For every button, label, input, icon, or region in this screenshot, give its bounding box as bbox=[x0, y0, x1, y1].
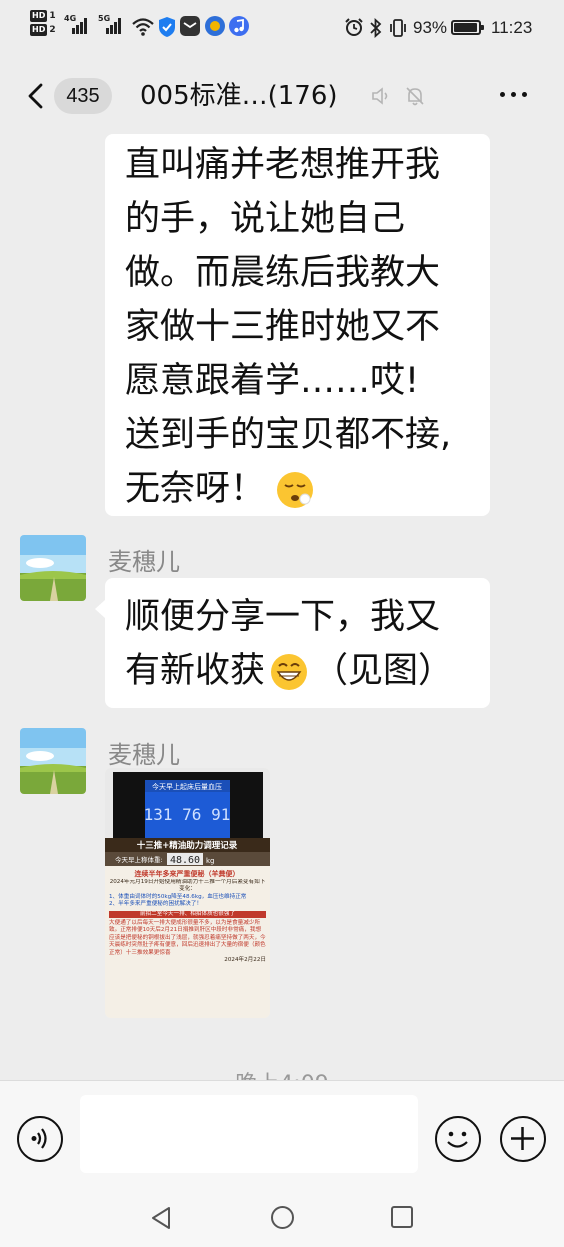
signal-icon bbox=[106, 18, 121, 34]
dot-icon bbox=[511, 92, 516, 97]
sender-name: 麦穗儿 bbox=[108, 741, 180, 769]
vibrate-icon bbox=[390, 19, 406, 37]
shield-icon bbox=[159, 17, 175, 37]
battery-percent: 93% bbox=[413, 18, 448, 37]
battery-icon bbox=[451, 20, 484, 35]
more-actions-button[interactable] bbox=[500, 1116, 546, 1162]
dot-icon bbox=[500, 92, 505, 97]
chat-status-icons bbox=[370, 85, 426, 107]
image-message[interactable]: 今天早上起床后量血压 131 76 91 十三推+精油助力调理记录 今天早上称体… bbox=[105, 768, 270, 1018]
message-line: 家做十三推时她又不 bbox=[125, 307, 441, 347]
message-line: 直叫痛并老想推开我 bbox=[125, 145, 441, 185]
message-line: 愿意跟着学……哎! bbox=[125, 361, 420, 401]
emoji-button[interactable] bbox=[435, 1116, 481, 1162]
status-time: 11:23 bbox=[491, 18, 533, 37]
music-icon bbox=[229, 16, 249, 36]
status-bar: HD 1 HD 2 4G 5G 93% 11:23 bbox=[0, 0, 564, 58]
system-navigation-bar bbox=[0, 1192, 564, 1247]
sim-number: 1 bbox=[49, 11, 56, 21]
svg-text:今天早上称体重:: 今天早上称体重: bbox=[115, 855, 163, 864]
sim-number: 2 bbox=[49, 25, 56, 35]
exhausted-face-icon bbox=[277, 472, 314, 508]
more-options-button[interactable] bbox=[500, 92, 527, 97]
signal-icon bbox=[72, 18, 87, 34]
hd-badge: HD bbox=[30, 10, 48, 22]
svg-text:kg: kg bbox=[206, 857, 215, 865]
chat-title: 005标准…(176) bbox=[140, 81, 338, 111]
home-circle-icon[interactable] bbox=[270, 1205, 295, 1230]
dot-icon bbox=[522, 92, 527, 97]
mail-icon bbox=[180, 16, 200, 36]
voice-input-button[interactable] bbox=[17, 1116, 63, 1162]
voice-icon bbox=[31, 1128, 47, 1149]
svg-text:今天早上起床后量血压: 今天早上起床后量血压 bbox=[152, 782, 222, 791]
unread-count-badge[interactable]: 435 bbox=[54, 78, 112, 114]
svg-text:连续半年多来严重便秘（羊粪便）: 连续半年多来严重便秘（羊粪便） bbox=[135, 869, 240, 878]
mute-bell-icon bbox=[406, 87, 424, 106]
message-line: 做。而晨练后我教大 bbox=[125, 253, 441, 293]
speaker-off-icon bbox=[372, 87, 388, 105]
svg-text:131 76 91: 131 76 91 bbox=[144, 805, 231, 824]
input-bar bbox=[0, 1080, 564, 1192]
message-line: 顺便分享一下，我又 bbox=[125, 597, 441, 637]
message-bubble[interactable]: 直叫痛并老想推开我 的手，说让她自己 做。而晨练后我教大 家做十三推时她又不 愿… bbox=[105, 134, 490, 516]
message-line: 有新收获 （见图） bbox=[125, 651, 454, 691]
browser-icon bbox=[205, 16, 225, 36]
recent-apps-icon[interactable] bbox=[390, 1205, 414, 1229]
svg-text:48.60: 48.60 bbox=[170, 855, 200, 866]
hd-voice-badges: HD 1 HD 2 bbox=[30, 10, 56, 36]
alarm-icon bbox=[345, 18, 363, 36]
bluetooth-icon bbox=[370, 17, 382, 39]
svg-text:十三推+精油助力调理记录: 十三推+精油助力调理记录 bbox=[137, 840, 238, 851]
avatar[interactable] bbox=[20, 535, 86, 601]
plus-icon bbox=[511, 1127, 534, 1150]
message-bubble[interactable]: 顺便分享一下，我又 有新收获 （见图） bbox=[95, 578, 490, 708]
hd-badge: HD bbox=[30, 24, 48, 36]
avatar[interactable] bbox=[20, 728, 86, 794]
message-line: 送到手的宝贝都不接, bbox=[125, 415, 452, 455]
smiley-icon bbox=[447, 1131, 468, 1148]
chat-header: 435 005标准…(176) bbox=[0, 58, 564, 134]
grinning-face-icon bbox=[271, 654, 308, 690]
back-arrow-icon[interactable] bbox=[26, 83, 46, 109]
health-record-image: 今天早上起床后量血压 131 76 91 十三推+精油助力调理记录 今天早上称体… bbox=[105, 768, 270, 1018]
wifi-icon bbox=[132, 18, 154, 36]
back-triangle-icon[interactable] bbox=[150, 1206, 172, 1230]
message-line: 的手，说让她自己 bbox=[125, 199, 406, 239]
message-input[interactable] bbox=[80, 1095, 418, 1173]
time-divider: 晚上4:09 bbox=[0, 1066, 564, 1080]
sender-name: 麦穗儿 bbox=[108, 548, 180, 576]
message-line: 无奈呀！ bbox=[125, 462, 470, 516]
